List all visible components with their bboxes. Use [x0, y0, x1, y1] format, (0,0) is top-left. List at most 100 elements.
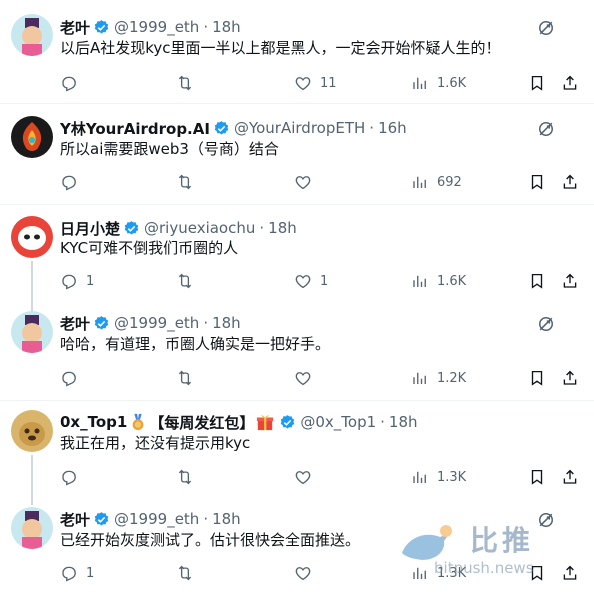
action-bar: 1 1 1.6K: [60, 271, 580, 291]
tweet-1[interactable]: 老叶 @1999_eth · 18h 以后A社发现kyc里面一半以上都是黑人，一…: [0, 0, 594, 103]
tweet-4[interactable]: 老叶 @1999_eth · 18h 哈哈，有道理，币圈人确实是一把好手。 1.…: [0, 305, 594, 400]
views-icon: [411, 173, 429, 191]
bookmark-button[interactable]: [528, 467, 546, 487]
heart-icon: [294, 369, 312, 387]
reply-button[interactable]: 1: [60, 563, 94, 583]
tweet-header: 老叶 @1999_eth · 18h: [60, 313, 241, 333]
bookmark-icon: [528, 468, 546, 486]
retweet-button[interactable]: [176, 467, 194, 487]
avatar[interactable]: [11, 14, 53, 56]
retweet-button[interactable]: [176, 73, 194, 93]
tweet-header: 老叶 @1999_eth · 18h: [60, 17, 241, 37]
user-handle[interactable]: @YourAirdropETH: [234, 119, 365, 137]
avatar[interactable]: [11, 116, 53, 158]
tweet-header: Y林YourAirdrop.AI @YourAirdropETH · 16h: [60, 118, 407, 138]
separator-dot: ·: [203, 18, 209, 36]
reply-icon: [60, 173, 78, 191]
views-icon: [411, 74, 429, 92]
display-name[interactable]: 老叶: [60, 313, 90, 334]
reply-button[interactable]: [60, 368, 78, 388]
view-count: 1.2K: [437, 370, 467, 386]
verified-badge-icon: [93, 315, 110, 332]
separator-dot: ·: [203, 314, 209, 332]
heart-icon: [294, 468, 312, 486]
tweet-5[interactable]: 0x_Top1 【每周发红包】 @0x_Top1 · 18h 我正在用，还没有提…: [0, 401, 594, 505]
retweet-button[interactable]: [176, 563, 194, 583]
share-icon: [561, 468, 579, 486]
user-handle[interactable]: @1999_eth: [114, 314, 199, 332]
grok-analyze-icon[interactable]: [536, 119, 556, 139]
action-bar: 1.3K: [60, 467, 580, 487]
views-button[interactable]: 1.3K: [411, 467, 466, 487]
reply-button[interactable]: [60, 467, 78, 487]
share-button[interactable]: [561, 368, 579, 388]
separator-dot: ·: [259, 219, 265, 237]
avatar[interactable]: [11, 507, 53, 549]
medal-icon: [132, 413, 144, 431]
separator-dot: ·: [380, 413, 385, 431]
user-handle[interactable]: @1999_eth: [114, 18, 199, 36]
verified-badge-icon: [213, 120, 230, 137]
user-handle[interactable]: @1999_eth: [114, 510, 199, 528]
user-handle[interactable]: @0x_Top1: [300, 413, 376, 431]
views-button[interactable]: 692: [411, 172, 462, 192]
retweet-icon: [176, 272, 194, 290]
grok-analyze-icon[interactable]: [536, 18, 556, 38]
share-icon: [561, 272, 579, 290]
verified-badge-icon: [93, 511, 110, 528]
grok-analyze-icon[interactable]: [536, 314, 556, 334]
reply-icon: [60, 369, 78, 387]
view-count: 1.3K: [437, 469, 467, 485]
user-handle[interactable]: @riyuexiaochu: [144, 219, 255, 237]
bookmark-button[interactable]: [528, 368, 546, 388]
retweet-button[interactable]: [176, 172, 194, 192]
display-name[interactable]: Y林YourAirdrop.AI: [60, 118, 210, 139]
bookmark-button[interactable]: [528, 271, 546, 291]
bookmark-icon: [528, 74, 546, 92]
timestamp[interactable]: 16h: [378, 119, 407, 137]
share-button[interactable]: [561, 172, 579, 192]
display-name-prefix[interactable]: 0x_Top1: [60, 413, 127, 431]
separator-dot: ·: [369, 119, 375, 137]
share-button[interactable]: [561, 271, 579, 291]
retweet-icon: [176, 564, 194, 582]
tweet-2[interactable]: Y林YourAirdrop.AI @YourAirdropETH · 16h 所…: [0, 104, 594, 204]
timestamp[interactable]: 18h: [389, 413, 418, 431]
reply-button[interactable]: [60, 172, 78, 192]
views-button[interactable]: 1.6K: [411, 271, 466, 291]
view-count: 1.6K: [437, 273, 467, 289]
avatar[interactable]: [11, 216, 53, 258]
views-button[interactable]: 1.2K: [411, 368, 466, 388]
like-button[interactable]: 1: [294, 271, 328, 291]
tweet-header: 0x_Top1 【每周发红包】 @0x_Top1 · 18h: [60, 412, 418, 432]
timestamp[interactable]: 18h: [212, 18, 241, 36]
tweet-3[interactable]: 日月小楚 @riyuexiaochu · 18h KYC可难不倒我们币圈的人 1…: [0, 205, 594, 311]
like-button[interactable]: 11: [294, 73, 337, 93]
display-name[interactable]: 老叶: [60, 509, 90, 530]
retweet-button[interactable]: [176, 271, 194, 291]
views-button[interactable]: 1.6K: [411, 73, 466, 93]
reply-button[interactable]: [60, 73, 78, 93]
display-name[interactable]: 日月小楚: [60, 218, 120, 239]
retweet-button[interactable]: [176, 368, 194, 388]
separator-dot: ·: [203, 510, 209, 528]
timestamp[interactable]: 18h: [212, 314, 241, 332]
bookmark-button[interactable]: [528, 172, 546, 192]
thread-connector: [31, 455, 33, 505]
like-button[interactable]: [294, 368, 312, 388]
display-name-suffix[interactable]: 【每周发红包】: [149, 412, 254, 433]
like-button[interactable]: [294, 563, 312, 583]
like-button[interactable]: [294, 172, 312, 192]
display-name[interactable]: 老叶: [60, 17, 90, 38]
avatar[interactable]: [11, 410, 53, 452]
timestamp[interactable]: 18h: [212, 510, 241, 528]
share-button[interactable]: [561, 467, 579, 487]
reply-button[interactable]: 1: [60, 271, 94, 291]
bitpush-watermark: 比推 bitpush.news: [398, 519, 588, 585]
avatar[interactable]: [11, 311, 53, 353]
like-button[interactable]: [294, 467, 312, 487]
timestamp[interactable]: 18h: [268, 219, 297, 237]
share-button[interactable]: [561, 73, 579, 93]
bookmark-icon: [528, 369, 546, 387]
bookmark-button[interactable]: [528, 73, 546, 93]
